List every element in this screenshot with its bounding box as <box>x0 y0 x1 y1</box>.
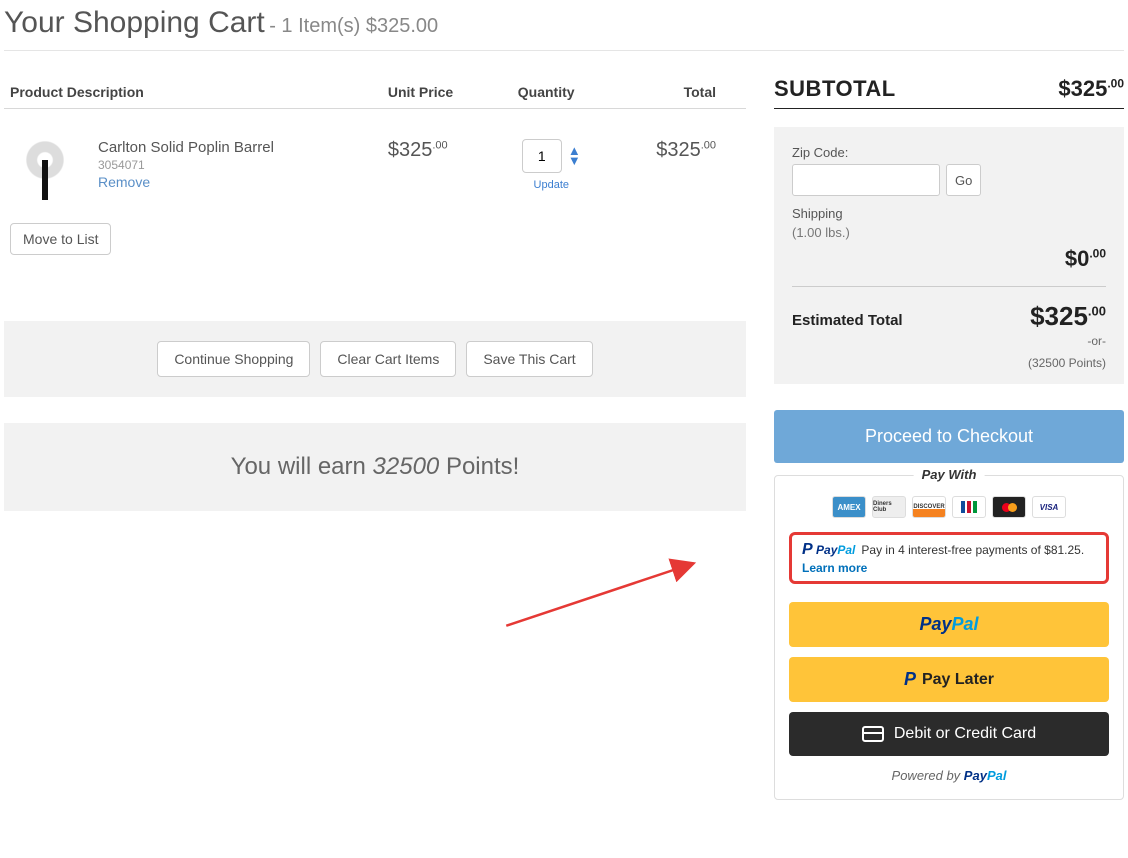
shipping-box: Zip Code: Go Shipping (1.00 lbs.) $0.00 … <box>774 127 1124 384</box>
shipping-cost: $0.00 <box>792 246 1106 272</box>
paypal-p-icon: P <box>904 669 916 690</box>
card-icon <box>862 726 884 742</box>
cart-row: Carlton Solid Poplin Barrel 3054071 Remo… <box>4 109 746 268</box>
shipping-weight: (1.00 lbs.) <box>792 225 1106 240</box>
continue-shopping-button[interactable]: Continue Shopping <box>157 341 310 377</box>
col-description: Product Description <box>4 76 382 109</box>
update-link[interactable]: Update <box>534 179 569 191</box>
zip-input[interactable] <box>792 164 940 196</box>
mastercard-icon <box>992 496 1026 518</box>
cart-meta: - 1 Item(s) $325.00 <box>269 15 438 37</box>
amex-icon: AMEX <box>832 496 866 518</box>
col-unit-price: Unit Price <box>382 76 488 109</box>
estimated-total: $325.00 <box>1030 301 1106 332</box>
learn-more-link[interactable]: Learn more <box>802 561 1096 575</box>
powered-by-paypal: Powered by PayPal <box>789 768 1109 783</box>
paypal-msg-text: Pay in 4 interest-free payments of $81.2… <box>861 543 1084 557</box>
card-logos: AMEX Diners Club DISCOVER VISA <box>789 496 1109 518</box>
qty-down-icon[interactable]: ▼ <box>568 156 581 166</box>
shipping-label: Shipping <box>792 206 1106 221</box>
jcb-icon <box>952 496 986 518</box>
zip-label: Zip Code: <box>792 145 1106 160</box>
discover-icon: DISCOVER <box>912 496 946 518</box>
earn-points-value: 32500 <box>373 453 440 480</box>
estimated-label: Estimated Total <box>792 312 903 329</box>
col-quantity: Quantity <box>488 76 615 109</box>
visa-icon: VISA <box>1032 496 1066 518</box>
move-to-list-button[interactable]: Move to List <box>10 223 111 255</box>
paypal-pay-in-4-banner[interactable]: P PayPal Pay in 4 interest-free payments… <box>789 532 1109 584</box>
save-cart-button[interactable]: Save This Cart <box>466 341 592 377</box>
quantity-input[interactable] <box>522 139 562 173</box>
earn-points-box: You will earn 32500 Points! <box>4 423 746 511</box>
or-text: -or- <box>792 334 1106 348</box>
points-equivalent: (32500 Points) <box>792 356 1106 370</box>
subtotal-label: SUBTOTAL <box>774 76 896 102</box>
page-header: Your Shopping Cart - 1 Item(s) $325.00 <box>4 0 1124 51</box>
cart-table: Product Description Unit Price Quantity … <box>4 76 746 267</box>
go-button[interactable]: Go <box>946 164 981 196</box>
product-name[interactable]: Carlton Solid Poplin Barrel <box>98 139 274 156</box>
debit-credit-button[interactable]: Debit or Credit Card <box>789 712 1109 756</box>
subtotal-row: SUBTOTAL $325.00 <box>774 76 1124 109</box>
proceed-checkout-button[interactable]: Proceed to Checkout <box>774 410 1124 463</box>
line-total: $325.00 <box>656 139 716 161</box>
col-total: Total <box>615 76 746 109</box>
paypal-logo-icon: P PayPal <box>802 541 855 559</box>
diners-icon: Diners Club <box>872 496 906 518</box>
pay-with-box: Pay With AMEX Diners Club DISCOVER VISA … <box>774 475 1124 800</box>
subtotal-value: $325.00 <box>1058 76 1124 102</box>
page-title: Your Shopping Cart <box>4 6 265 39</box>
pay-with-label: Pay With <box>914 467 985 482</box>
remove-link[interactable]: Remove <box>98 174 274 190</box>
unit-price: $325.00 <box>388 139 448 161</box>
cart-action-bar: Continue Shopping Clear Cart Items Save … <box>4 321 746 397</box>
product-sku: 3054071 <box>98 158 274 172</box>
product-thumbnail[interactable] <box>10 139 80 209</box>
paypal-button[interactable]: PayPal <box>789 602 1109 647</box>
clear-cart-button[interactable]: Clear Cart Items <box>320 341 456 377</box>
pay-later-button[interactable]: P Pay Later <box>789 657 1109 702</box>
